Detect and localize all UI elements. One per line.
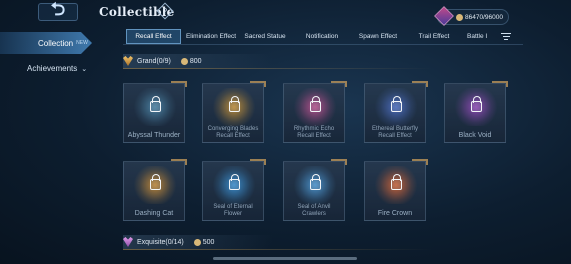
card-name: Fire Crown (377, 209, 413, 217)
coin-icon (456, 13, 463, 21)
exquisite-rank-icon (123, 237, 133, 247)
token-icon (193, 238, 201, 246)
tab-elimination-effect[interactable]: Elimination Effect (183, 29, 239, 44)
tab-battle[interactable]: Battle I (467, 29, 493, 44)
token-icon (180, 57, 188, 65)
collectible-card[interactable]: Black Void (444, 81, 508, 143)
lock-icon (229, 96, 240, 112)
lock-icon (310, 96, 321, 112)
card-name: Ethereal Butterfly Recall Effect (371, 126, 419, 139)
grand-rank-icon (123, 56, 133, 66)
lock-icon (150, 96, 161, 112)
back-button[interactable]: ⮌ (38, 0, 78, 21)
card-name: Seal of Eternal Flower (213, 204, 253, 217)
collectible-card[interactable]: Abyssal Thunder (123, 81, 187, 143)
filter-icon[interactable] (498, 29, 514, 44)
lock-icon (391, 96, 402, 112)
card-name: Black Void (458, 131, 492, 139)
card-name: Abyssal Thunder (127, 131, 181, 139)
collectible-card[interactable]: Ethereal Butterfly Recall Effect (364, 81, 428, 143)
chevron-down-icon: ⌄ (81, 65, 88, 73)
back-arrow-icon: ⮌ (50, 0, 66, 19)
lock-icon (471, 96, 482, 112)
section-divider (123, 68, 433, 69)
card-name: Converging Blades Recall Effect (207, 126, 259, 139)
tab-recall-effect[interactable]: Recall Effect (126, 29, 181, 44)
collectible-card[interactable]: Seal of Anvil Crawlers (283, 159, 347, 221)
section-label: Exquisite(0/14) (137, 238, 184, 246)
new-tag: NEW (76, 40, 88, 46)
section-tokens: 800 (189, 57, 202, 65)
top-bar: ⮌ Collectible ? 86470/96000 (0, 0, 571, 28)
collectible-card[interactable]: Seal of Eternal Flower (202, 159, 266, 221)
tab-divider (123, 44, 523, 45)
collectible-card[interactable]: Dashing Cat (123, 159, 187, 221)
collectible-card[interactable]: Converging Blades Recall Effect (202, 81, 266, 143)
lock-icon (391, 174, 402, 190)
currency-amount: 86470/96000 (465, 13, 503, 21)
lock-icon (150, 174, 161, 190)
section-grand-header: Grand(0/9) 800 (123, 54, 273, 68)
card-name: Dashing Cat (134, 209, 174, 217)
tab-notification[interactable]: Notification (299, 29, 345, 44)
nav-item-label: Collection (38, 38, 74, 48)
nav-item-label: Achievements (27, 64, 78, 73)
nav-item-collection[interactable]: Collection NEW (0, 32, 92, 54)
home-indicator (213, 257, 357, 260)
nav-item-achievements[interactable]: Achievements ⌄ (27, 64, 87, 73)
section-exquisite-header: Exquisite(0/14) 500 (123, 235, 273, 249)
gem-icon (434, 6, 454, 26)
lock-icon (229, 174, 240, 190)
collectible-card[interactable]: Fire Crown (364, 159, 428, 221)
tab-sacred-statue[interactable]: Sacred Statue (241, 29, 289, 44)
section-tokens: 500 (202, 238, 215, 246)
section-divider (123, 249, 433, 250)
tab-spawn-effect[interactable]: Spawn Effect (353, 29, 403, 44)
section-label: Grand(0/9) (137, 57, 171, 65)
lock-icon (310, 174, 321, 190)
card-name: Rhythmic Echo Recall Effect (293, 126, 335, 139)
collectible-card[interactable]: Rhythmic Echo Recall Effect (283, 81, 347, 143)
tab-trail-effect[interactable]: Trail Effect (413, 29, 455, 44)
currency-display[interactable]: 86470/96000 (434, 6, 509, 26)
card-name: Seal of Anvil Crawlers (297, 204, 331, 217)
